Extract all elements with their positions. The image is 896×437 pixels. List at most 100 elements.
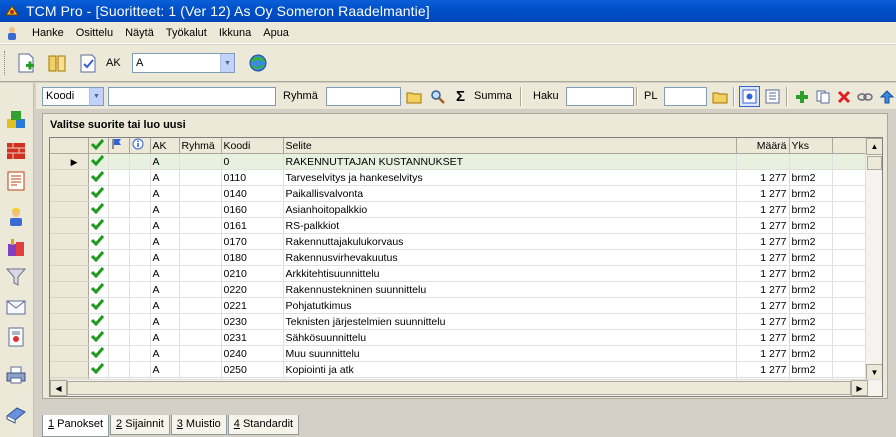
cell-koodi[interactable]: 0180 [221, 249, 284, 266]
table-row[interactable]: A 0240 Muu suunnittelu 1 277 brm2 [50, 345, 868, 362]
cell-ak[interactable]: A [150, 153, 180, 170]
worker-button[interactable] [4, 205, 28, 229]
cell-ryhma[interactable] [179, 329, 222, 346]
delete-row-button[interactable] [833, 86, 854, 107]
tab-panokset[interactable]: 1 Panokset [42, 415, 110, 437]
cell-ryhma[interactable] [179, 313, 222, 330]
cell-selite[interactable]: Muu suunnittelu [283, 345, 737, 362]
cell-status[interactable] [88, 329, 109, 346]
cell-status[interactable] [88, 313, 109, 330]
cell-yks[interactable]: brm2 [789, 345, 833, 362]
cell-info[interactable] [129, 217, 151, 234]
cell-status[interactable] [88, 281, 109, 298]
cell-ryhma[interactable] [179, 265, 222, 282]
cell-maara[interactable]: 1 277 [736, 345, 790, 362]
cell-ryhma[interactable] [179, 185, 222, 202]
add-row-button[interactable] [791, 86, 812, 107]
menu-ikkuna[interactable]: Ikkuna [213, 23, 257, 43]
cell-yks[interactable]: brm2 [789, 233, 833, 250]
cell-maara[interactable]: 1 277 [736, 201, 790, 218]
cell-koodi[interactable]: 0170 [221, 233, 284, 250]
cell-info[interactable] [129, 345, 151, 362]
cell-koodi[interactable]: 0161 [221, 217, 284, 234]
cell-info[interactable] [129, 233, 151, 250]
col-ak-header[interactable]: AK [150, 138, 180, 154]
paint-button[interactable] [4, 235, 28, 259]
cell-status[interactable] [88, 361, 109, 378]
cell-flag[interactable] [108, 345, 130, 362]
cell-selite[interactable]: RS-palkkiot [283, 217, 737, 234]
pl-folder-button[interactable] [709, 86, 730, 107]
cell-ryhma[interactable] [179, 217, 222, 234]
cell-koodi[interactable]: 0160 [221, 201, 284, 218]
cell-info[interactable] [129, 265, 151, 282]
cell-ak[interactable]: A [150, 185, 180, 202]
col-ryhma-header[interactable]: Ryhmä [179, 138, 222, 154]
cell-ryhma[interactable] [179, 201, 222, 218]
move-up-button[interactable] [876, 86, 896, 107]
cell-yks[interactable]: brm2 [789, 313, 833, 330]
cell-ak[interactable]: A [150, 201, 180, 218]
cell-ak[interactable]: A [150, 313, 180, 330]
cell-selite[interactable]: Pohjatutkimus [283, 297, 737, 314]
cell-ryhma[interactable] [179, 169, 222, 186]
cell-selite[interactable]: RAKENNUTTAJAN KUSTANNUKSET [283, 153, 737, 170]
table-row[interactable]: A 0220 Rakennustekninen suunnittelu 1 277 br… [50, 281, 868, 298]
cell-yks[interactable]: brm2 [789, 201, 833, 218]
cell-status[interactable] [88, 169, 109, 186]
table-row[interactable]: A 0210 Arkkitehtisuunnittelu 1 277 brm2 [50, 265, 868, 282]
cell-selite[interactable]: Rakennusvirhevakuutus [283, 249, 737, 266]
menu-nayta[interactable]: Näytä [119, 23, 160, 43]
table-row[interactable]: A 0221 Pohjatutkimus 1 277 brm2 [50, 297, 868, 314]
cell-selite[interactable]: Asianhoitopalkkio [283, 201, 737, 218]
cell-ak[interactable]: A [150, 281, 180, 298]
table-row[interactable]: A 0230 Teknisten järjestelmien suunnittelu… [50, 313, 868, 330]
cell-ak[interactable]: A [150, 169, 180, 186]
filter-text-input[interactable] [108, 87, 276, 106]
ak-select[interactable]: A ▼ [132, 53, 235, 73]
cell-yks[interactable]: brm2 [789, 361, 833, 378]
cell-info[interactable] [129, 297, 151, 314]
cell-koodi[interactable]: 0 [221, 153, 284, 170]
scroll-up-icon[interactable]: ▲ [866, 138, 882, 155]
menu-osittelu[interactable]: Osittelu [70, 23, 119, 43]
search-button[interactable] [427, 86, 448, 107]
cell-yks[interactable]: brm2 [789, 249, 833, 266]
cell-yks[interactable]: brm2 [789, 217, 833, 234]
sum-sigma-icon[interactable]: Σ [450, 86, 471, 107]
sum-label[interactable]: Summa [474, 90, 512, 102]
cell-yks[interactable]: brm2 [789, 297, 833, 314]
row-indicator[interactable] [50, 217, 89, 234]
row-indicator[interactable] [50, 185, 89, 202]
table-row[interactable]: A 0250 Kopiointi ja atk 1 277 brm2 [50, 361, 868, 378]
row-indicator[interactable] [50, 249, 89, 266]
cell-ryhma[interactable] [179, 281, 222, 298]
cell-status[interactable] [88, 249, 109, 266]
blocks-button[interactable] [4, 108, 28, 132]
new-document-button[interactable] [13, 50, 39, 76]
cell-selite[interactable]: Tarveselvitys ja hankeselvitys [283, 169, 737, 186]
cell-selite[interactable]: Teknisten järjestelmien suunnittelu [283, 313, 737, 330]
open-folder-button[interactable] [44, 50, 70, 76]
cell-maara[interactable]: 1 277 [736, 281, 790, 298]
certificate-button[interactable] [4, 325, 28, 349]
cell-flag[interactable] [108, 169, 130, 186]
copy-row-button[interactable] [812, 86, 833, 107]
cell-status[interactable] [88, 265, 109, 282]
cell-status[interactable] [88, 345, 109, 362]
filter-button[interactable] [4, 265, 28, 289]
cell-info[interactable] [129, 249, 151, 266]
cell-flag[interactable] [108, 201, 130, 218]
row-indicator[interactable] [50, 233, 89, 250]
cell-info[interactable] [129, 361, 151, 378]
scroll-left-icon[interactable]: ◀ [50, 380, 67, 396]
col-info-header[interactable] [129, 138, 151, 154]
cell-yks[interactable] [789, 153, 833, 170]
cell-yks[interactable]: brm2 [789, 185, 833, 202]
cell-selite[interactable]: Paikallisvalvonta [283, 185, 737, 202]
row-indicator[interactable] [50, 201, 89, 218]
horizontal-scrollbar[interactable]: ◀ ▶ [50, 379, 882, 396]
view-grid-button[interactable] [739, 86, 760, 107]
toolbar-grip[interactable] [4, 51, 7, 75]
cell-status[interactable] [88, 201, 109, 218]
